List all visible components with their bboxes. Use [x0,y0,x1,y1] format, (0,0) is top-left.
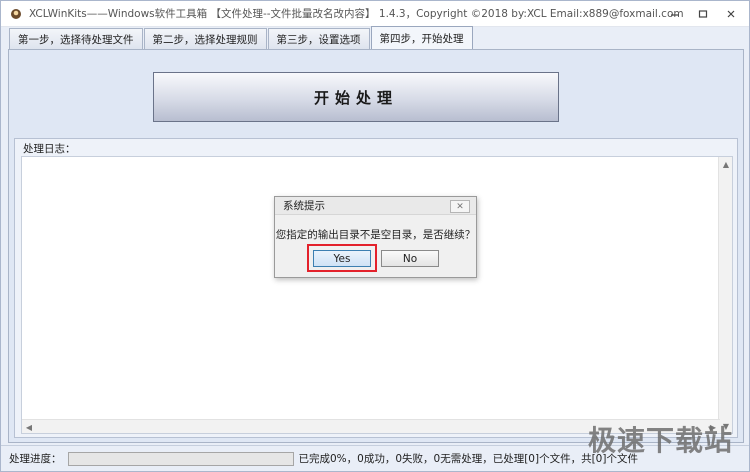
start-processing-button[interactable]: 开始处理 [153,72,559,122]
dialog-message: 您指定的输出目录不是空目录，是否继续？ [275,229,476,241]
tab-step-3[interactable]: 第三步，设置选项 [267,28,370,50]
tab-step-4[interactable]: 第四步，开始处理 [370,26,473,50]
step-tabs: 第一步，选择待处理文件 第二步，选择处理规则 第三步，设置选项 第四步，开始处理 [9,26,474,50]
log-vertical-scrollbar[interactable]: ▲ ▼ [718,157,732,433]
tab-step-1[interactable]: 第一步，选择待处理文件 [9,28,143,50]
app-window: XCLWinKits——Windows软件工具箱 【文件处理--文件批量改名改内… [0,0,750,472]
watermark-logo: 极速下载站 [587,424,733,457]
window-controls [661,1,745,27]
dialog-title: 系统提示 [275,197,476,215]
no-button[interactable]: No [381,250,439,267]
progress-bar [67,451,294,466]
close-icon[interactable] [717,1,745,27]
dialog-close-icon[interactable]: ✕ [450,200,470,213]
scroll-up-icon[interactable]: ▲ [719,157,733,171]
confirm-dialog: 系统提示 ✕ 您指定的输出目录不是空目录，是否继续？ Yes No [274,196,477,278]
log-group: 处理日志： ▲ ▼ ◀ ▶ [14,138,738,438]
title-bar: XCLWinKits——Windows软件工具箱 【文件处理--文件批量改名改内… [1,1,749,27]
yes-button[interactable]: Yes [313,250,371,267]
minimize-icon[interactable] [661,1,689,27]
maximize-icon[interactable] [689,1,717,27]
app-logo-icon [9,7,23,21]
tab-step-2[interactable]: 第二步，选择处理规则 [143,28,267,50]
progress-label: 处理进度： [9,453,62,465]
scroll-left-icon[interactable]: ◀ [22,420,36,434]
window-title: XCLWinKits——Windows软件工具箱 【文件处理--文件批量改名改内… [29,8,684,20]
log-label: 处理日志： [23,143,76,155]
